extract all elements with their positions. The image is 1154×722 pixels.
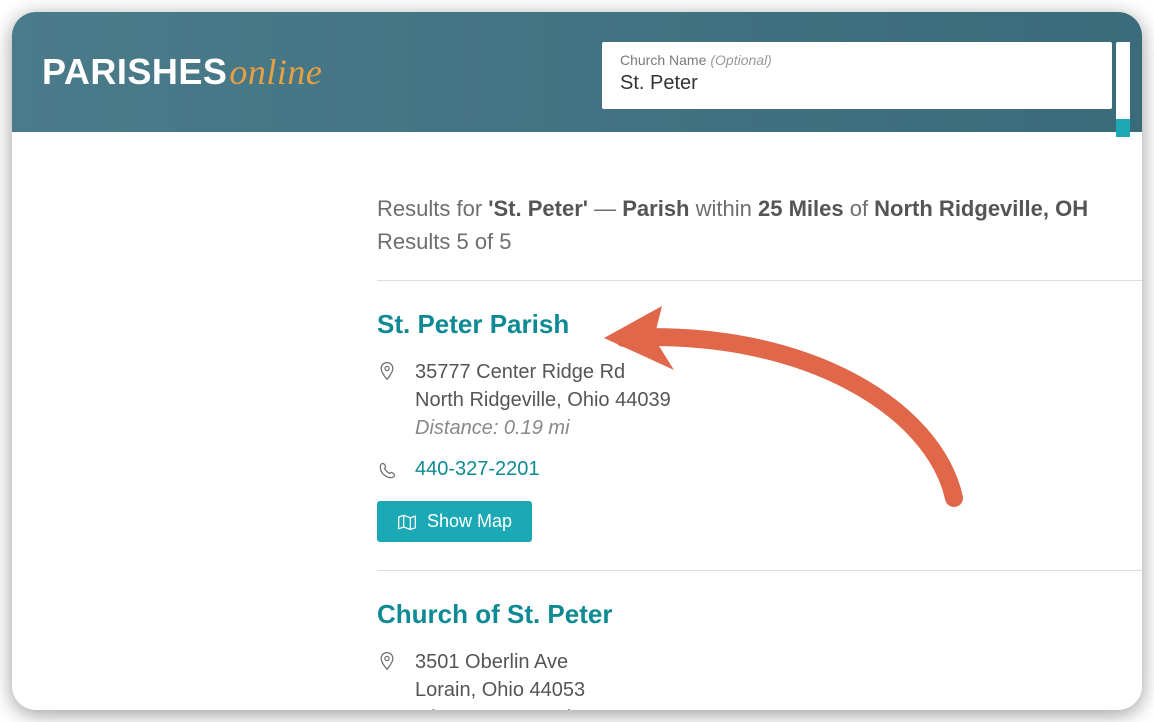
location-pin-icon: [377, 361, 397, 381]
summary-location: North Ridgeville, OH: [874, 196, 1088, 221]
search-input[interactable]: [620, 72, 1094, 95]
results-summary: Results for 'St. Peter' — Parish within …: [377, 192, 1142, 258]
app-window: PARISHES online Church Name (Optional) R…: [12, 12, 1142, 710]
search-label-text: Church Name: [620, 52, 706, 68]
summary-query: 'St. Peter': [488, 196, 588, 221]
summary-type: Parish: [622, 196, 689, 221]
result-item: St. Peter Parish 35777 Center Ridge Rd N…: [377, 281, 1142, 570]
distance-text: Distance: 9.14 mi: [415, 704, 585, 710]
map-icon: [397, 513, 417, 531]
summary-count: Results 5 of 5: [377, 229, 512, 254]
show-map-button[interactable]: Show Map: [377, 501, 532, 542]
logo[interactable]: PARISHES online: [42, 51, 322, 93]
address-line2: North Ridgeville, Ohio 44039: [415, 386, 671, 414]
result-item: Church of St. Peter 3501 Oberlin Ave Lor…: [377, 571, 1142, 710]
search-label: Church Name (Optional): [620, 52, 1094, 68]
address-line2: Lorain, Ohio 44053: [415, 676, 585, 704]
search-box: Church Name (Optional): [602, 42, 1112, 109]
result-title-link[interactable]: Church of St. Peter: [377, 599, 1142, 630]
logo-text-parishes: PARISHES: [42, 51, 227, 93]
address-row: 35777 Center Ridge Rd North Ridgeville, …: [377, 358, 1142, 442]
phone-icon: [377, 461, 397, 481]
phone-row: 440-327-2201: [377, 458, 1142, 481]
summary-radius: 25 Miles: [758, 196, 844, 221]
logo-text-online: online: [229, 51, 322, 93]
results-content: Results for 'St. Peter' — Parish within …: [12, 132, 1142, 710]
search-label-optional: (Optional): [710, 52, 771, 68]
phone-link[interactable]: 440-327-2201: [415, 458, 540, 481]
result-title-link[interactable]: St. Peter Parish: [377, 309, 1142, 340]
header-bar: PARISHES online Church Name (Optional): [12, 12, 1142, 132]
search-button-partial[interactable]: [1116, 42, 1130, 137]
address-row: 3501 Oberlin Ave Lorain, Ohio 44053 Dist…: [377, 648, 1142, 710]
address-text: 3501 Oberlin Ave Lorain, Ohio 44053 Dist…: [415, 648, 585, 710]
address-text: 35777 Center Ridge Rd North Ridgeville, …: [415, 358, 671, 442]
show-map-label: Show Map: [427, 511, 512, 532]
location-pin-icon: [377, 651, 397, 671]
distance-text: Distance: 0.19 mi: [415, 414, 671, 442]
address-line1: 3501 Oberlin Ave: [415, 648, 585, 676]
address-line1: 35777 Center Ridge Rd: [415, 358, 671, 386]
